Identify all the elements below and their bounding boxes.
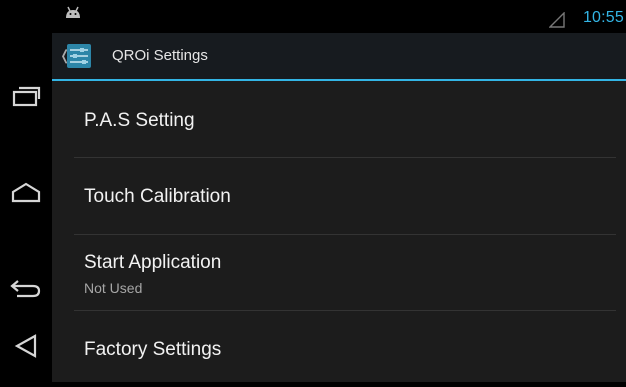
setting-title: P.A.S Setting [84,110,195,131]
setting-summary: Not Used [84,280,143,296]
setting-item-start-application[interactable]: Start Application Not Used [52,235,626,311]
home-button[interactable] [0,162,52,222]
menu-button[interactable] [0,316,52,376]
recent-apps-icon [11,84,41,108]
action-bar: ❬ QROi Settings [52,33,626,79]
navigation-bar [0,0,52,382]
settings-sliders-icon[interactable] [67,44,91,68]
setting-item-pas[interactable]: P.A.S Setting [52,81,626,157]
setting-item-factory-settings[interactable]: Factory Settings [52,311,626,387]
setting-title: Factory Settings [84,339,222,360]
setting-title: Start Application [84,252,222,273]
clock: 10:55 [582,9,624,26]
status-bar: 10:55 [52,0,626,33]
settings-list: P.A.S Setting Touch Calibration Start Ap… [52,81,626,382]
recent-apps-button[interactable] [0,66,52,126]
signal-icon [548,11,565,33]
page-title: QROi Settings [112,47,208,64]
menu-icon [12,332,40,360]
setting-title: Touch Calibration [84,186,231,207]
back-icon [9,276,43,300]
android-debug-icon [64,6,82,25]
back-button[interactable] [0,258,52,318]
home-icon [10,180,42,204]
setting-item-touch-calibration[interactable]: Touch Calibration [52,158,626,234]
